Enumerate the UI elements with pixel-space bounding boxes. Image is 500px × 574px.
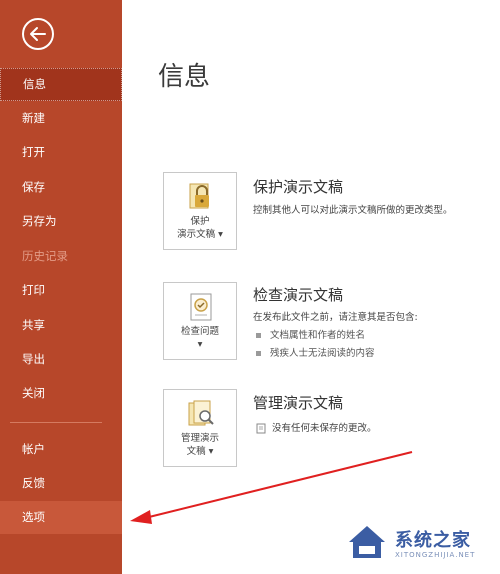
annotation-arrow: [130, 451, 413, 524]
watermark-text: 系统之家: [395, 530, 471, 551]
watermark-logo-icon: [349, 526, 385, 558]
watermark: 系统之家 XITONGZHIJIA.NET: [345, 520, 495, 566]
watermark-subtext: XITONGZHIJIA.NET: [395, 551, 476, 559]
